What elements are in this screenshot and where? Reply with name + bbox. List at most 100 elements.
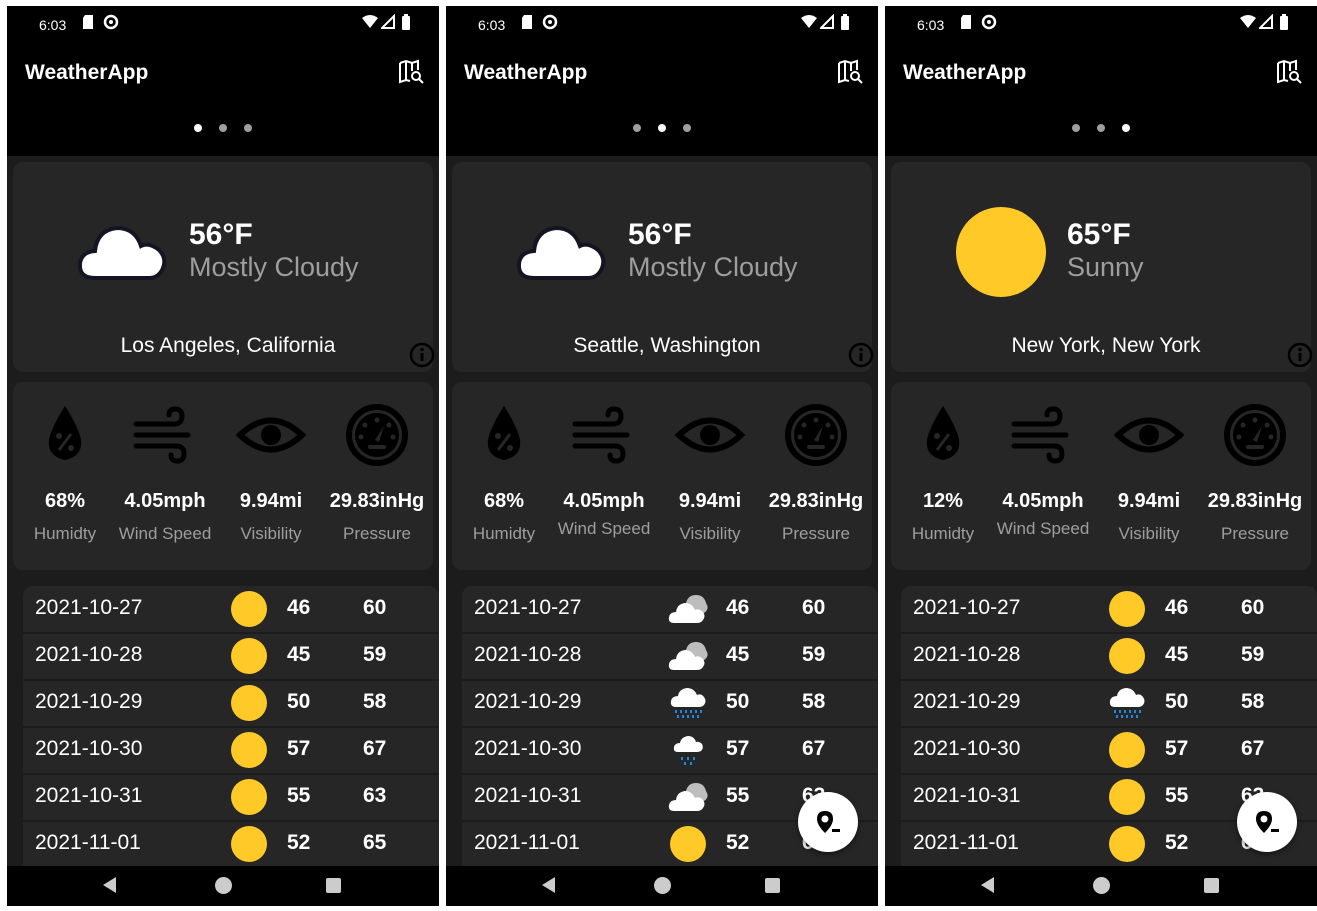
page-indicator-dot[interactable] (219, 124, 227, 132)
wind-icon (130, 400, 200, 475)
partly-cloudy-icon (668, 777, 708, 817)
back-icon[interactable] (103, 877, 116, 893)
eye-icon (235, 400, 307, 475)
home-icon[interactable] (1093, 877, 1110, 894)
info-icon[interactable] (1287, 342, 1313, 368)
back-icon[interactable] (981, 877, 994, 893)
humidity-icon (913, 400, 973, 475)
weather-stats-card: 12% Humidty 4.05mph Wind Speed 9.94mi Vi… (891, 382, 1311, 570)
forecast-low: 46 (726, 596, 750, 619)
recents-icon[interactable] (765, 878, 780, 893)
recents-icon[interactable] (326, 878, 341, 893)
stat-label: Humidty (911, 524, 975, 543)
forecast-row[interactable]: 2021-10-30 57 67 (462, 727, 878, 775)
forecast-date: 2021-10-30 (913, 737, 1021, 760)
status-bar: 6:03 (7, 6, 439, 46)
current-condition: Mostly Cloudy (628, 252, 798, 282)
stat-item: 29.83inHg Pressure (764, 400, 868, 560)
recents-icon[interactable] (1204, 878, 1219, 893)
eye-icon (674, 400, 746, 475)
forecast-row[interactable]: 2021-10-29 50 58 (23, 680, 439, 728)
forecast-date: 2021-10-28 (913, 643, 1021, 666)
remove-location-button[interactable] (798, 792, 858, 852)
gauge-icon (781, 400, 851, 475)
content-area[interactable]: 65°F Sunny New York, New York 12% Humidt… (885, 156, 1317, 866)
forecast-row[interactable]: 2021-10-29 50 58 (901, 680, 1317, 728)
stat-item: 4.05mph Wind Speed (113, 400, 217, 560)
app-bar: WeatherApp (7, 46, 439, 102)
forecast-row[interactable]: 2021-10-30 57 67 (901, 727, 1317, 775)
forecast-row[interactable]: 2021-10-28 45 59 (23, 633, 439, 681)
page-indicator-dot[interactable] (658, 124, 666, 132)
page-indicator-dot[interactable] (1097, 124, 1105, 132)
sd-card-icon (520, 14, 534, 33)
home-icon[interactable] (654, 877, 671, 894)
stat-item: 9.94mi Visibility (219, 400, 323, 560)
stat-item: 4.05mph Wind Speed (991, 400, 1095, 560)
humidity-icon (35, 400, 95, 475)
stat-value: 29.83inHg (768, 490, 864, 512)
page-indicator-dot[interactable] (1122, 124, 1130, 132)
sd-card-icon (81, 14, 95, 33)
forecast-low: 50 (287, 690, 311, 713)
data-saver-icon (103, 14, 119, 33)
forecast-list[interactable]: 2021-10-27 46 60 2021-10-28 45 59 2021-1… (23, 586, 439, 866)
forecast-date: 2021-11-01 (474, 831, 580, 854)
stat-label: Pressure (342, 524, 412, 543)
sun-icon (1107, 636, 1147, 676)
system-nav-bar (446, 866, 878, 906)
forecast-row[interactable]: 2021-10-31 55 63 (23, 774, 439, 822)
phone-screen: 6:03 WeatherApp 65°F Sunny New York, New… (885, 6, 1317, 906)
battery-icon (840, 14, 850, 33)
page-indicator-dot[interactable] (633, 124, 641, 132)
sun-icon (229, 777, 269, 817)
home-icon[interactable] (215, 877, 232, 894)
light-rain-icon (668, 730, 708, 770)
page-indicator-dot[interactable] (244, 124, 252, 132)
page-indicator-dot[interactable] (194, 124, 202, 132)
page-indicator (446, 118, 878, 138)
remove-location-button[interactable] (1237, 792, 1297, 852)
app-title: WeatherApp (25, 61, 149, 84)
content-area[interactable]: 56°F Mostly Cloudy Los Angeles, Californ… (7, 156, 439, 866)
forecast-low: 52 (726, 831, 750, 854)
page-indicator-dot[interactable] (1072, 124, 1080, 132)
forecast-date: 2021-10-31 (35, 784, 143, 807)
forecast-low: 45 (1165, 643, 1189, 666)
stat-item: 29.83inHg Pressure (325, 400, 429, 560)
sun-icon (229, 636, 269, 676)
app-title: WeatherApp (903, 61, 1027, 84)
forecast-high: 58 (1241, 690, 1265, 713)
gauge-icon (342, 400, 412, 475)
forecast-date: 2021-10-31 (474, 784, 582, 807)
forecast-date: 2021-10-30 (35, 737, 143, 760)
app-bar: WeatherApp (446, 46, 878, 102)
map-search-icon[interactable] (1275, 58, 1303, 86)
location-name: Seattle, Washington (573, 334, 761, 357)
location-name: Los Angeles, California (120, 334, 336, 357)
stat-label: Humidty (472, 524, 536, 543)
forecast-low: 55 (287, 784, 311, 807)
weather-stats-card: 68% Humidty 4.05mph Wind Speed 9.94mi Vi… (452, 382, 872, 570)
forecast-row[interactable]: 2021-10-27 46 60 (901, 586, 1317, 634)
phone-screen: 6:03 WeatherApp 56°F Mostly Cloudy Los A… (7, 6, 439, 906)
content-area[interactable]: 56°F Mostly Cloudy Seattle, Washington 6… (446, 156, 878, 866)
info-icon[interactable] (409, 342, 435, 368)
forecast-row[interactable]: 2021-10-30 57 67 (23, 727, 439, 775)
forecast-row[interactable]: 2021-10-29 50 58 (462, 680, 878, 728)
system-nav-bar (885, 866, 1317, 906)
info-icon[interactable] (848, 342, 874, 368)
forecast-low: 46 (1165, 596, 1189, 619)
forecast-row[interactable]: 2021-11-01 52 65 (23, 821, 439, 866)
map-search-icon[interactable] (836, 58, 864, 86)
stat-label: Wind Speed (118, 524, 212, 543)
stat-label: Wind Speed (996, 519, 1090, 538)
forecast-row[interactable]: 2021-10-27 46 60 (23, 586, 439, 634)
forecast-row[interactable]: 2021-10-28 45 59 (462, 633, 878, 681)
forecast-row[interactable]: 2021-10-27 46 60 (462, 586, 878, 634)
stat-value: 29.83inHg (329, 490, 425, 512)
forecast-row[interactable]: 2021-10-28 45 59 (901, 633, 1317, 681)
back-icon[interactable] (542, 877, 555, 893)
map-search-icon[interactable] (397, 58, 425, 86)
page-indicator-dot[interactable] (683, 124, 691, 132)
